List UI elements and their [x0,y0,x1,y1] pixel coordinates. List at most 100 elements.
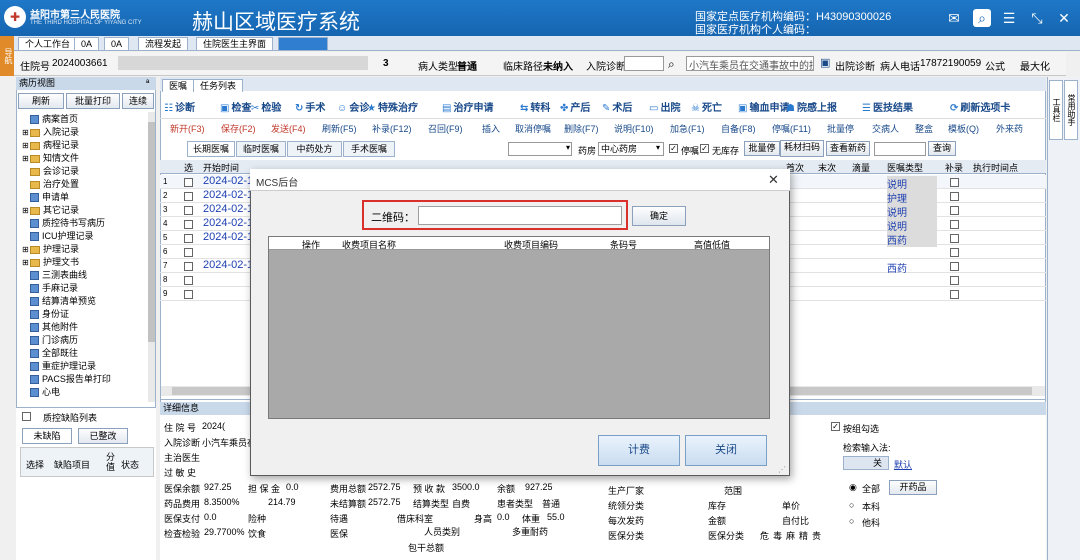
toolbar2-button[interactable]: 发送(F4) [271,122,306,135]
toolbar2-button[interactable]: 新开(F3) [170,122,205,135]
toolbar2-button[interactable]: 自备(F8) [721,122,756,135]
tree-item[interactable]: 其他附件 [22,321,78,334]
charge-button[interactable]: 计费 [598,435,680,466]
assistant-side-tab[interactable]: 常用助手 [1064,80,1078,140]
tree-item[interactable]: 申请单 [22,191,69,204]
row-checkbox[interactable] [184,220,193,229]
tree-item[interactable]: ICU护理记录 [22,230,94,243]
toolbar-button[interactable]: ▤ 治疗申请 [442,99,493,114]
maximize-button[interactable]: 最大化 [1020,58,1050,73]
tree-item[interactable]: ⊞ 病程记录 [22,139,79,152]
expand-icon[interactable]: ⊞ [22,256,30,269]
row-supplement-checkbox[interactable] [950,206,959,215]
toolbar2-button[interactable]: 召回(F9) [428,122,463,135]
continuous-button[interactable]: 连续 [122,93,154,109]
toolbar-button[interactable]: ⇆ 转科 [520,99,550,114]
expand-icon[interactable]: ⊞ [22,139,30,152]
pharmacy-filter-input[interactable] [508,142,572,156]
row-checkbox[interactable] [184,178,193,187]
tab-oa-2[interactable]: 0A [104,37,130,50]
toolbar-side-tab[interactable]: 工具栏 [1049,80,1063,140]
row-supplement-checkbox[interactable] [950,234,959,243]
chevron-down-icon[interactable]: ▾ [566,143,570,152]
close-icon[interactable]: ✕ [1055,9,1073,27]
search-icon[interactable]: ⌕ [668,57,675,72]
row-checkbox[interactable] [184,206,193,215]
toolbar-button[interactable]: ★ 特殊治疗 [367,99,418,114]
consumable-scan-button[interactable]: 耗材扫码 [780,140,824,157]
toolbar-button[interactable]: ☗ 院感上报 [786,99,837,114]
tree-item[interactable]: ⊞ 护理记录 [22,243,79,256]
tree-item[interactable]: ⊞ 其它记录 [22,204,79,217]
confirm-button[interactable]: 确定 [632,206,686,226]
toolbar-button[interactable]: ✤ 产后 [560,99,590,114]
toolbar2-button[interactable]: 批量停 [827,122,854,135]
row-checkbox[interactable] [184,192,193,201]
tree-item[interactable]: 结算清单预览 [22,295,96,308]
discharge-diag-button[interactable]: 出院诊断 [835,58,875,73]
group-check-checkbox[interactable]: ✓ [831,422,840,431]
toolbar2-button[interactable]: 停嘱(F11) [772,122,811,135]
subtab-temporary[interactable]: 临时医嘱 [236,141,286,157]
toolbar2-button[interactable]: 删除(F7) [564,122,599,135]
open-drug-button[interactable]: 开药品 [889,480,937,495]
tree-item[interactable]: 门诊病历 [22,334,78,347]
toolbar-button[interactable]: ☠ 死亡 [691,99,722,114]
tree-item[interactable]: 病案首页 [22,113,78,126]
close-icon[interactable]: ✕ [768,172,779,188]
tree-item[interactable]: ⊞ 护理文书 [22,256,79,269]
row-supplement-checkbox[interactable] [950,192,959,201]
tree-item[interactable]: 全部既往 [22,347,78,360]
tree-item[interactable]: 治疗处置 [22,178,79,191]
admit-diag-input[interactable] [624,56,664,71]
ime-toggle[interactable]: 关 [843,456,889,470]
collapse-icon[interactable]: ⤡ [1028,9,1046,27]
pin-icon[interactable]: ª [146,78,149,88]
tree-item[interactable]: 心电 [22,386,60,399]
defect-tab-fixed[interactable]: 已整改 [78,428,128,444]
tab-active-patient[interactable] [278,37,328,50]
search-icon[interactable]: ⌕ [973,9,991,27]
subtab-long-term[interactable]: 长期医嘱 [187,141,235,157]
tab-process[interactable]: 流程发起 [138,37,189,50]
toolbar-button[interactable]: ⟳ 刷新选项卡 [950,99,1010,114]
stop-checkbox[interactable]: ✓ [669,144,678,153]
row-checkbox[interactable] [184,248,193,257]
qr-input[interactable] [418,206,622,225]
expand-icon[interactable]: ⊞ [22,152,30,165]
tab-orders[interactable]: 医嘱 [162,79,195,92]
defect-tab-open[interactable]: 未缺陷 [22,428,72,444]
toolbar-button[interactable]: ✂ 检验 [251,99,281,114]
expand-icon[interactable]: ⊞ [22,126,30,139]
tree-scrollbar-thumb[interactable] [148,122,155,342]
toolbar-button[interactable]: ↻ 手术 [295,99,325,114]
toolbar-button[interactable]: ▣ 输血申请 [738,99,789,114]
toolbar-button[interactable]: ✎ 术后 [602,99,632,114]
tab-tasks[interactable]: 任务列表 [193,79,244,92]
query-input[interactable] [874,142,926,156]
pharmacy-select[interactable]: 中心药房 [598,142,664,156]
tree-item[interactable]: 手麻记录 [22,282,78,295]
row-checkbox[interactable] [184,276,193,285]
row-checkbox[interactable] [184,262,193,271]
tab-workbench[interactable]: 个人工作台 [18,37,78,50]
toolbar-button[interactable]: ▭ 出院 [649,99,680,114]
query-button[interactable]: 查询 [928,141,956,156]
tree-item[interactable]: 三测表曲线 [22,269,87,282]
row-supplement-checkbox[interactable] [950,248,959,257]
tab-doctor-main[interactable]: 住院医生主界面 [196,37,274,50]
toolbar2-button[interactable]: 取消停嘱 [515,122,551,135]
mail-icon[interactable]: ✉ [945,9,963,27]
row-checkbox[interactable] [184,290,193,299]
row-supplement-checkbox[interactable] [950,178,959,187]
toolbar2-button[interactable]: 整盒 [915,122,933,135]
toolbar2-button[interactable]: 加急(F1) [670,122,705,135]
expand-icon[interactable]: ⊞ [22,243,30,256]
radio-dept-icon[interactable]: ○ [849,500,854,510]
nostock-checkbox[interactable]: ✓ [700,144,709,153]
view-new-drug-button[interactable]: 查看新药 [826,141,870,156]
toolbar2-button[interactable]: 说明(F10) [614,122,654,135]
row-checkbox[interactable] [184,234,193,243]
dialog-close-button[interactable]: 关闭 [685,435,767,466]
discharge-diag-icon[interactable]: ▣ [820,56,830,69]
